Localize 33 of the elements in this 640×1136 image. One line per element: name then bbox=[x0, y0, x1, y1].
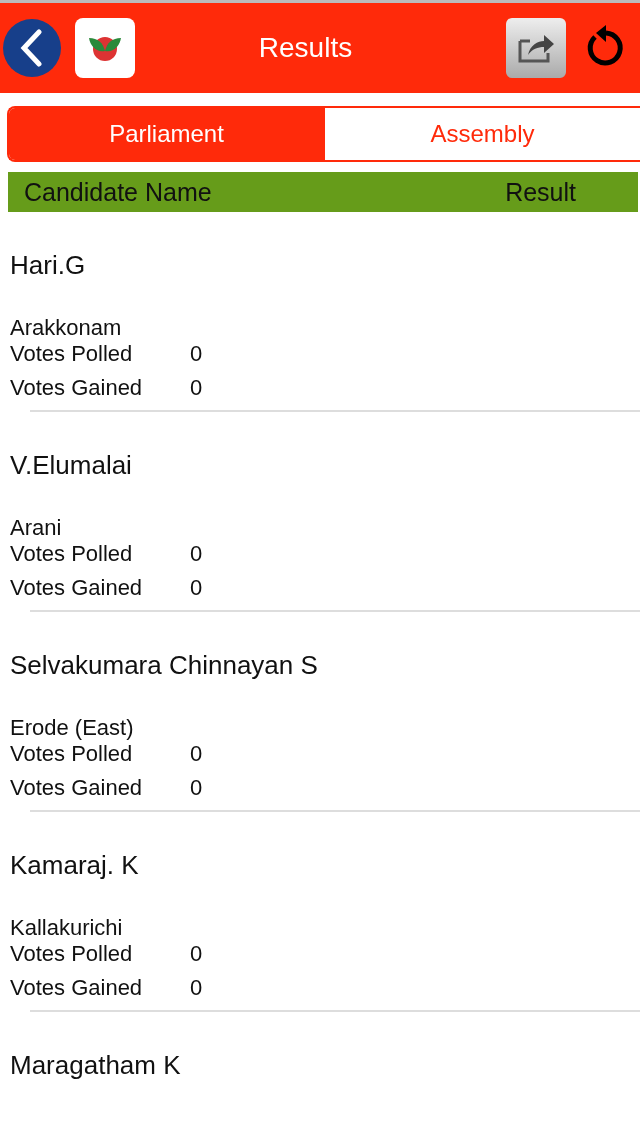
share-button[interactable] bbox=[506, 18, 566, 78]
column-header: Result bbox=[505, 177, 576, 207]
candidate-name: Hari.G bbox=[10, 250, 86, 281]
candidate-name: Selvakumara Chinnayan S bbox=[10, 650, 318, 681]
stat-label: Votes Polled bbox=[10, 540, 133, 568]
candidate-name: Maragatham K bbox=[10, 1050, 181, 1081]
stat-value: 0 bbox=[190, 974, 203, 1002]
stat-value: 0 bbox=[190, 540, 203, 568]
constituency: Erode (East) bbox=[10, 715, 134, 741]
stat-value: 0 bbox=[190, 574, 203, 602]
stat-label: Votes Polled bbox=[10, 940, 133, 968]
constituency: Arani bbox=[10, 515, 62, 541]
stat-value: 0 bbox=[190, 740, 203, 768]
stat-value: 0 bbox=[190, 940, 203, 968]
logo-icon bbox=[75, 18, 135, 78]
back-button[interactable] bbox=[3, 19, 61, 77]
candidate-name: V.Elumalai bbox=[10, 450, 132, 481]
stat-label: Votes Polled bbox=[10, 340, 133, 368]
stat-value: 0 bbox=[190, 374, 203, 402]
stat-label: Votes Gained bbox=[10, 974, 143, 1002]
stat-label: Votes Gained bbox=[10, 774, 143, 802]
stat-label: Votes Gained bbox=[10, 374, 143, 402]
screen-title: Results bbox=[257, 32, 354, 64]
constituency: Kallakurichi bbox=[10, 915, 123, 941]
candidate-name: Kamaraj. K bbox=[10, 850, 139, 881]
stat-label: Votes Polled bbox=[10, 740, 133, 768]
constituency: Arakkonam bbox=[10, 315, 122, 341]
stat-label: Votes Gained bbox=[10, 574, 143, 602]
stat-value: 0 bbox=[190, 774, 203, 802]
column-header: Candidate Name bbox=[24, 177, 212, 207]
stat-value: 0 bbox=[190, 340, 203, 368]
segment-tab[interactable]: Parliament bbox=[9, 108, 324, 160]
chevron-left-icon bbox=[19, 29, 45, 67]
